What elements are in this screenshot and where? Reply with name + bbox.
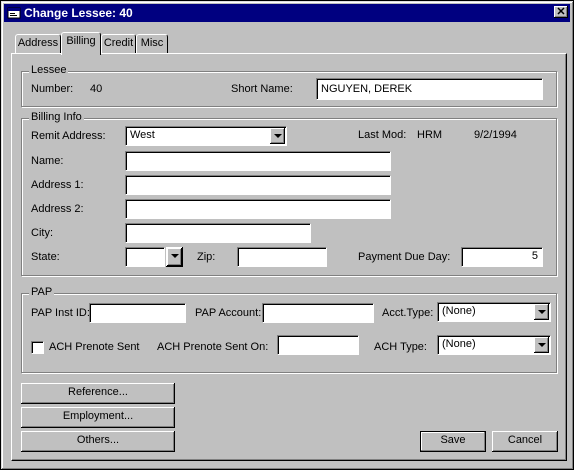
last-mod-date: 9/2/1994 xyxy=(474,129,517,141)
address1-label: Address 1: xyxy=(31,179,84,191)
close-button[interactable]: ✕ xyxy=(554,6,568,18)
tab-label: Billing xyxy=(66,35,96,47)
dialog-window: Change Lessee: 40 ✕ Address Billing Cred… xyxy=(0,0,574,470)
pap-inst-id-label: PAP Inst ID: xyxy=(31,307,90,319)
reference-button[interactable]: Reference... xyxy=(21,383,175,404)
ach-prenote-sent-label: ACH Prenote Sent xyxy=(49,341,140,353)
tab-label: Address xyxy=(17,37,59,49)
last-mod-user: HRM xyxy=(417,129,443,141)
pap-group-label: PAP xyxy=(29,286,55,298)
pap-account-label: PAP Account: xyxy=(195,307,262,319)
acct-type-select[interactable]: (None) xyxy=(437,302,551,322)
tab-label: Misc xyxy=(140,37,164,49)
short-name-label: Short Name: xyxy=(231,83,293,95)
billing-info-group-label: Billing Info xyxy=(29,111,84,123)
remit-address-label: Remit Address: xyxy=(31,130,106,142)
ach-type-value: (None) xyxy=(442,338,476,350)
number-value: 40 xyxy=(90,83,103,95)
last-mod-label: Last Mod: xyxy=(358,129,407,141)
remit-address-select[interactable]: West xyxy=(125,126,287,146)
tab-address[interactable]: Address xyxy=(15,34,61,53)
ach-prenote-sent-checkbox[interactable] xyxy=(31,341,44,354)
address2-label: Address 2: xyxy=(31,203,84,215)
ach-type-select[interactable]: (None) xyxy=(437,335,551,355)
close-icon: ✕ xyxy=(556,6,566,18)
address1-input[interactable] xyxy=(125,175,391,195)
ach-prenote-sent-on-label: ACH Prenote Sent On: xyxy=(157,341,269,353)
lessee-group-label: Lessee xyxy=(29,64,69,76)
city-label: City: xyxy=(31,227,53,239)
save-button[interactable]: Save xyxy=(420,431,486,452)
others-button[interactable]: Others... xyxy=(21,431,175,452)
number-label: Number: xyxy=(31,83,74,95)
zip-input[interactable] xyxy=(237,247,327,267)
chevron-down-icon[interactable] xyxy=(534,337,549,353)
payment-due-day-input[interactable]: 5 xyxy=(461,247,543,267)
tab-label: Credit xyxy=(103,37,134,49)
title-bar[interactable]: Change Lessee: 40 ✕ xyxy=(4,4,570,22)
city-input[interactable] xyxy=(125,223,311,243)
tab-credit[interactable]: Credit xyxy=(101,34,136,53)
state-input[interactable] xyxy=(125,247,165,267)
state-dropdown-button[interactable] xyxy=(166,247,183,267)
state-label: State: xyxy=(31,251,60,263)
chevron-down-icon[interactable] xyxy=(270,128,285,144)
app-window-icon xyxy=(7,7,21,19)
address2-input[interactable] xyxy=(125,199,391,219)
tab-billing[interactable]: Billing xyxy=(61,32,101,55)
name-input[interactable] xyxy=(125,151,391,171)
payment-due-day-label: Payment Due Day: xyxy=(358,251,451,263)
employment-button[interactable]: Employment... xyxy=(21,407,175,428)
zip-label: Zip: xyxy=(197,251,216,263)
ach-prenote-sent-on-input[interactable] xyxy=(277,335,359,355)
chevron-down-icon xyxy=(167,248,182,266)
pap-account-input[interactable] xyxy=(262,303,374,323)
name-label: Name: xyxy=(31,155,64,167)
acct-type-label: Acct.Type: xyxy=(382,307,434,319)
window-title: Change Lessee: 40 xyxy=(24,6,133,20)
pap-inst-id-input[interactable] xyxy=(89,303,186,323)
chevron-down-icon[interactable] xyxy=(534,304,549,320)
remit-address-value: West xyxy=(130,129,155,141)
ach-type-label: ACH Type: xyxy=(374,341,427,353)
cancel-button[interactable]: Cancel xyxy=(492,431,558,452)
tab-misc[interactable]: Misc xyxy=(136,34,168,53)
acct-type-value: (None) xyxy=(442,305,476,317)
short-name-input[interactable]: NGUYEN, DEREK xyxy=(316,78,543,100)
